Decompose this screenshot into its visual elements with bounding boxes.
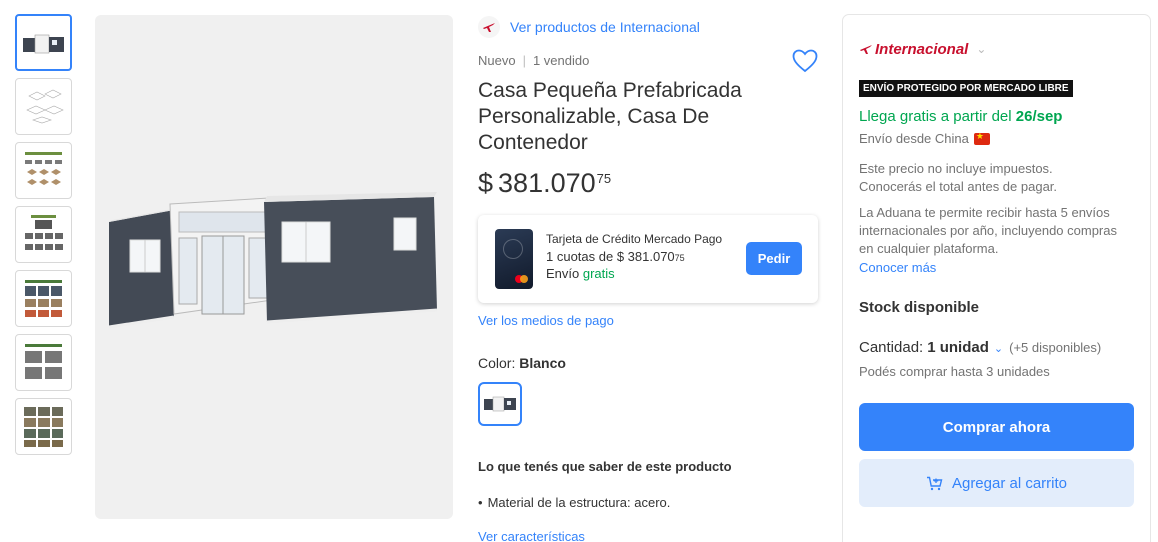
- color-value: Blanco: [519, 355, 566, 371]
- meta-divider: |: [522, 53, 526, 68]
- purchase-limit: Podés comprar hasta 3 unidades: [859, 364, 1050, 379]
- features-heading: Lo que tenés que saber de este producto: [478, 459, 732, 474]
- china-flag-icon: [973, 131, 990, 145]
- cart-icon: [926, 476, 943, 490]
- color-swatch-blanco[interactable]: [478, 382, 522, 426]
- seller-link[interactable]: Ver productos de Internacional: [478, 14, 823, 40]
- quantity-label: Cantidad:: [859, 339, 924, 356]
- chevron-down-icon: ⌄: [976, 42, 987, 56]
- arrival-date: 26/sep: [1015, 108, 1063, 125]
- price-cents: 75: [596, 171, 612, 186]
- ships-from: Envío desde China: [859, 131, 1134, 146]
- feature-item-text: Material de la estructura: acero.: [487, 495, 671, 510]
- installments-cents: 75: [674, 253, 685, 263]
- thumbnail-2[interactable]: [15, 78, 72, 135]
- stock-status: Stock disponible: [859, 299, 1134, 316]
- installments-amount: 1 cuotas de $ 381.070: [546, 249, 675, 264]
- ships-from-text: Envío desde China: [859, 131, 969, 146]
- add-to-cart-label: Agregar al carrito: [951, 474, 1068, 492]
- card-offer-text: Tarjeta de Crédito Mercado Pago 1 cuotas…: [546, 232, 722, 281]
- quantity-value: 1 unidad: [927, 339, 989, 356]
- see-features-link[interactable]: Ver características: [478, 529, 823, 542]
- product-title: Casa Pequeña Prefabricada Personalizable…: [478, 79, 742, 154]
- thumbnail-4[interactable]: [15, 206, 72, 263]
- condition-label: Nuevo: [478, 53, 516, 68]
- card-offer-installments: 1 cuotas de $ 381.07075: [546, 249, 722, 264]
- price-integer: 381.070: [498, 168, 596, 198]
- quantity-selector[interactable]: Cantidad: 1 unidad ⌄ (+5 disponibles): [859, 339, 1134, 356]
- product-info: Ver productos de Internacional Nuevo | 1…: [478, 14, 823, 542]
- seller-link-label: Ver productos de Internacional: [510, 19, 700, 35]
- pedir-button[interactable]: Pedir: [746, 242, 802, 275]
- main-product-image[interactable]: [95, 15, 453, 519]
- price-note: Este precio no incluye impuestos. Conoce…: [859, 160, 1134, 196]
- customs-note: La Aduana te permite recibir hasta 5 env…: [859, 205, 1117, 256]
- buy-now-button[interactable]: Comprar ahora: [859, 403, 1134, 451]
- plane-icon: [860, 45, 872, 54]
- container-house-image: [108, 192, 438, 329]
- plane-icon: [478, 16, 500, 38]
- credit-card-offer: Tarjeta de Crédito Mercado Pago 1 cuotas…: [478, 215, 818, 303]
- color-label: Color:: [478, 355, 516, 371]
- feature-item: • Material de la estructura: acero.: [478, 495, 823, 510]
- bullet-icon: •: [478, 495, 483, 510]
- available-count: (+5 disponibles): [1009, 340, 1102, 355]
- protected-shipping-badge: ENVÍO PROTEGIDO POR MERCADO LIBRE: [859, 80, 1073, 97]
- color-selector-label: Color: Blanco: [478, 355, 823, 371]
- seller-brand[interactable]: Internacional ⌄: [859, 38, 1134, 60]
- payment-methods-link[interactable]: Ver los medios de pago: [478, 313, 823, 328]
- credit-card-image: [495, 229, 533, 289]
- sold-count: 1 vendido: [532, 53, 590, 68]
- price-currency: $: [478, 168, 494, 198]
- card-offer-title: Tarjeta de Crédito Mercado Pago: [546, 232, 723, 246]
- favorite-heart-icon[interactable]: [792, 49, 818, 73]
- card-offer-shipping: Envío gratis: [546, 266, 722, 281]
- seller-brand-name: Internacional: [875, 40, 969, 58]
- product-meta: Nuevo | 1 vendido: [478, 53, 823, 68]
- thumbnail-gallery: [15, 14, 72, 462]
- thumbnail-1[interactable]: [15, 14, 72, 71]
- chevron-down-icon: ⌄: [993, 343, 1004, 355]
- thumbnail-3[interactable]: [15, 142, 72, 199]
- thumbnail-7[interactable]: [15, 398, 72, 455]
- learn-more-link[interactable]: Conocer más: [859, 260, 1134, 275]
- thumbnail-5[interactable]: [15, 270, 72, 327]
- shipping-free: gratis: [582, 266, 615, 281]
- price-note-line-1: Este precio no incluye impuestos.: [859, 161, 1053, 176]
- add-to-cart-button[interactable]: Agregar al carrito: [859, 459, 1134, 507]
- arrival-prefix: Llega gratis a partir del: [859, 108, 1012, 125]
- price-note-line-2: Conocerás el total antes de pagar.: [859, 179, 1058, 194]
- stock-label: Stock disponible: [859, 299, 980, 316]
- buy-box: Internacional ⌄ ENVÍO PROTEGIDO POR MERC…: [842, 14, 1151, 542]
- shipping-label: Envío: [546, 266, 580, 281]
- arrival-info: Llega gratis a partir del 26/sep: [859, 108, 1134, 125]
- product-price: $ 381.070 75: [478, 168, 823, 202]
- thumbnail-6[interactable]: [15, 334, 72, 391]
